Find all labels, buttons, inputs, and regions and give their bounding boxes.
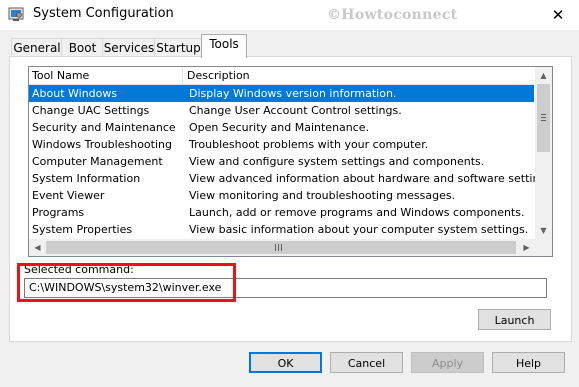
msconfig-app-icon xyxy=(8,6,24,22)
system-configuration-window: System Configuration ©Howtoconnect ✕ Gen… xyxy=(0,0,579,387)
tool-name: About Windows xyxy=(32,87,118,100)
list-item[interactable]: Programs Launch, add or remove programs a… xyxy=(29,204,534,221)
tool-description: Change User Account Control settings. xyxy=(189,104,402,117)
title-bar[interactable]: System Configuration ©Howtoconnect ✕ xyxy=(0,0,579,30)
tab-services[interactable]: Services xyxy=(102,38,156,57)
ok-button[interactable]: OK xyxy=(249,352,322,373)
tool-description: Troubleshoot problems with your computer… xyxy=(189,138,429,151)
tool-description: Launch, add or remove programs and Windo… xyxy=(189,206,525,219)
tool-name: System Properties xyxy=(32,223,133,236)
list-item[interactable]: Change UAC Settings Change User Account C… xyxy=(29,102,534,119)
tab-tools[interactable]: Tools xyxy=(201,34,247,58)
help-button[interactable]: Help xyxy=(492,352,565,373)
tool-name: System Information xyxy=(32,172,141,185)
cancel-button[interactable]: Cancel xyxy=(330,352,403,373)
grip-line xyxy=(541,120,546,121)
tool-description: View advanced information about hardware… xyxy=(189,172,553,185)
horizontal-scroll-thumb[interactable] xyxy=(46,241,516,254)
list-item[interactable]: Security and Maintenance Open Security an… xyxy=(29,119,534,136)
list-item[interactable]: About Windows Display Windows version inf… xyxy=(29,85,534,102)
tool-description: Display Windows version information. xyxy=(189,87,397,100)
close-icon: ✕ xyxy=(551,6,565,24)
tool-description: View monitoring and troubleshooting mess… xyxy=(189,189,456,202)
close-button[interactable]: ✕ xyxy=(537,0,579,30)
tool-description: View basic information about your comput… xyxy=(189,223,529,236)
list-header: Tool Name Description xyxy=(29,67,534,85)
list-item[interactable]: Computer Management View and configure sy… xyxy=(29,153,534,170)
column-header-tool-name[interactable]: Tool Name xyxy=(29,67,183,84)
list-item[interactable]: Event Viewer View monitoring and troubles… xyxy=(29,187,534,204)
scroll-down-arrow-icon[interactable]: ▼ xyxy=(535,222,552,239)
column-header-description[interactable]: Description xyxy=(184,67,527,84)
apply-button[interactable]: Apply xyxy=(411,352,484,373)
tool-name: Change UAC Settings xyxy=(32,104,150,117)
tool-name: Computer Management xyxy=(32,155,163,168)
vertical-scrollbar[interactable]: ▲ ▼ xyxy=(535,67,552,239)
tool-description: Open Security and Maintenance. xyxy=(189,121,370,134)
grip-line xyxy=(275,244,276,251)
grip-line xyxy=(541,114,546,115)
tab-boot[interactable]: Boot xyxy=(61,38,104,57)
list-item[interactable]: System Properties View basic information … xyxy=(29,221,534,238)
tools-list[interactable]: Tool Name Description About Windows Displ… xyxy=(28,66,553,257)
tool-name: Event Viewer xyxy=(32,189,105,202)
tab-general[interactable]: General xyxy=(11,38,63,57)
tool-name: Security and Maintenance xyxy=(32,121,176,134)
vertical-scroll-thumb[interactable] xyxy=(537,84,550,152)
tab-startup[interactable]: Startup xyxy=(154,38,203,57)
launch-button[interactable]: Launch xyxy=(478,309,551,330)
scroll-left-arrow-icon[interactable]: ◀ xyxy=(29,239,46,256)
grip-line xyxy=(278,244,279,251)
list-rows: About Windows Display Windows version inf… xyxy=(29,85,552,238)
window-title: System Configuration xyxy=(33,6,174,21)
tool-description: View and configure system settings and c… xyxy=(189,155,485,168)
tool-name: Windows Troubleshooting xyxy=(32,138,172,151)
grip-line xyxy=(281,244,282,251)
list-item[interactable]: Windows Troubleshooting Troubleshoot prob… xyxy=(29,136,534,153)
tool-name: Programs xyxy=(32,206,85,219)
scroll-right-arrow-icon[interactable]: ▶ xyxy=(518,239,535,256)
selected-command-field[interactable] xyxy=(24,278,547,298)
list-item[interactable]: System Information View advanced informat… xyxy=(29,170,552,187)
horizontal-scrollbar[interactable]: ◀ ▶ xyxy=(29,239,535,256)
selected-command-label: Selected command: xyxy=(24,263,134,276)
scrollbar-corner xyxy=(535,239,552,256)
watermark: ©Howtoconnect xyxy=(327,7,458,23)
scroll-up-arrow-icon[interactable]: ▲ xyxy=(535,67,552,84)
grip-line xyxy=(541,117,546,118)
